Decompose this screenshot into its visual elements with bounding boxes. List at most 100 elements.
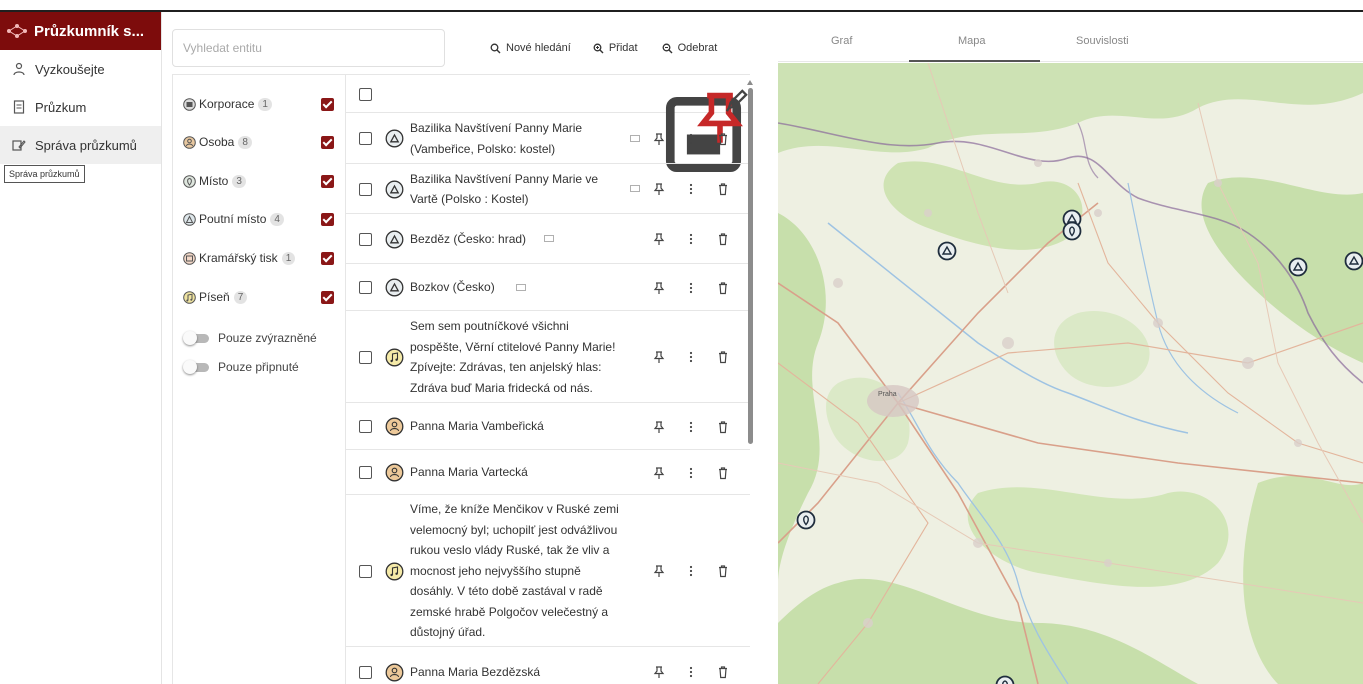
entity-label[interactable]: Víme, že kníže Menčikov v Ruské zemi vele… (410, 499, 642, 643)
tab-mapa[interactable]: Mapa (958, 35, 986, 47)
entity-label[interactable]: Panna Maria Vambeřická (410, 416, 642, 437)
more-vert-icon[interactable] (684, 564, 698, 578)
filter-korporace[interactable]: Korporace 1 (183, 93, 338, 115)
nav-item-vyzkousejte[interactable]: Vyzkoušejte (0, 50, 161, 88)
pin-icon[interactable] (652, 281, 666, 295)
app-brand[interactable]: Průzkumník s... (0, 12, 161, 50)
filter-checkbox[interactable] (321, 97, 334, 111)
map-marker-pilgrimage[interactable] (1288, 257, 1308, 277)
filter-osoba[interactable]: Osoba 8 (183, 131, 338, 153)
pin-icon[interactable] (652, 665, 666, 679)
delete-icon[interactable] (716, 232, 730, 246)
more-vert-icon[interactable] (684, 420, 698, 434)
entity-label[interactable]: Panna Maria Vartecká (410, 462, 642, 483)
pin-icon[interactable] (652, 132, 666, 146)
row-checkbox[interactable] (359, 420, 372, 433)
more-vert-icon[interactable] (684, 281, 698, 295)
filter-kramarsky-tisk[interactable]: Kramářský tisk 1 (183, 247, 338, 269)
row-checkbox[interactable] (359, 350, 372, 364)
row-checkbox[interactable] (359, 564, 372, 578)
map-marker-place[interactable] (1062, 221, 1082, 241)
select-all-checkbox[interactable] (359, 88, 372, 101)
search-input[interactable] (172, 29, 445, 67)
map-marker-pilgrimage[interactable] (1344, 251, 1363, 271)
entity-row[interactable]: Víme, že kníže Menčikov v Ruské zemi vele… (346, 495, 750, 647)
filter-pisen[interactable]: Píseň 7 (183, 286, 338, 308)
toggle-switch[interactable] (183, 360, 213, 374)
delete-icon[interactable] (716, 466, 730, 480)
entity-row[interactable]: Panna Maria Vartecká (346, 450, 750, 495)
delete-icon[interactable] (716, 665, 730, 679)
delete-icon[interactable] (716, 281, 730, 295)
pin-icon[interactable] (652, 232, 666, 246)
toggle-switch[interactable] (183, 331, 213, 345)
add-button[interactable]: Přidat (593, 42, 638, 54)
entity-row[interactable]: Panna Maria Vambeřická (346, 403, 750, 450)
row-checkbox[interactable] (359, 132, 372, 145)
row-checkbox[interactable] (359, 182, 372, 196)
more-vert-icon[interactable] (684, 665, 698, 679)
filter-checkbox[interactable] (321, 251, 334, 265)
entity-row[interactable]: Panna Maria Bezdězská (346, 647, 750, 684)
map-canvas[interactable]: Praha (778, 63, 1363, 684)
toggle-pinned-only[interactable]: Pouze připnuté (183, 360, 299, 374)
entity-row[interactable]: Sem sem poutníčkové všichni pospěšte, Věr… (346, 311, 750, 403)
toggle-highlighted-only[interactable]: Pouze zvýrazněné (183, 331, 317, 345)
nav-item-sprava-pruzkumu[interactable]: Správa průzkumů (0, 126, 161, 164)
nav-item-pruzkum[interactable]: Průzkum (0, 88, 161, 126)
person-icon (385, 463, 404, 482)
entity-label[interactable]: Bozkov (Česko) (410, 277, 642, 298)
entity-text-line: Bazilika Navštívení Panny Marie (410, 121, 583, 135)
map-marker-pilgrimage[interactable] (937, 241, 957, 261)
entity-label[interactable]: Bezděz (Česko: hrad) (410, 229, 642, 250)
filter-label: Korporace (199, 97, 255, 111)
delete-icon[interactable] (716, 420, 730, 434)
entity-row[interactable]: Bazilika Navštívení Panny Marie (Vambeřic… (346, 113, 750, 164)
more-vert-icon[interactable] (684, 182, 698, 196)
map-marker-place[interactable] (796, 510, 816, 530)
remove-button[interactable]: Odebrat (662, 42, 718, 54)
scroll-up-arrow[interactable] (747, 80, 753, 85)
more-vert-icon[interactable] (684, 132, 698, 146)
document-icon (13, 100, 25, 114)
row-checkbox[interactable] (359, 466, 372, 479)
filter-checkbox[interactable] (321, 135, 334, 149)
new-search-button[interactable]: Nové hledání (490, 42, 571, 54)
tab-souvislosti[interactable]: Souvislosti (1076, 35, 1129, 47)
entity-text-line: pospěšte, Věrní ctitelové Panny Marie! (410, 339, 616, 354)
filter-checkbox[interactable] (321, 174, 334, 188)
entity-row[interactable]: Bazilika Navštívení Panny Marie ve Vartě … (346, 164, 750, 214)
delete-icon[interactable] (716, 564, 730, 578)
entity-row[interactable]: Bozkov (Česko) (346, 264, 750, 311)
delete-icon[interactable] (716, 132, 730, 146)
entity-label[interactable]: Sem sem poutníčkové všichni pospěšte, Věr… (410, 316, 642, 398)
pin-icon[interactable] (652, 420, 666, 434)
remove-label: Odebrat (677, 42, 718, 54)
entity-label[interactable]: Panna Maria Bezdězská (410, 662, 642, 683)
entity-row[interactable]: Bezděz (Česko: hrad) (346, 214, 750, 264)
filter-misto[interactable]: Místo 3 (183, 170, 338, 192)
pin-icon[interactable] (652, 564, 666, 578)
pin-icon[interactable] (652, 350, 666, 364)
filter-checkbox[interactable] (321, 212, 334, 226)
row-checkbox[interactable] (359, 281, 372, 294)
pin-icon[interactable] (652, 466, 666, 480)
list-scrollbar[interactable] (748, 88, 753, 444)
tab-graf[interactable]: Graf (831, 35, 852, 47)
filter-poutni-misto[interactable]: Poutní místo 4 (183, 208, 338, 230)
pin-icon[interactable] (652, 182, 666, 196)
map-mini-icon (516, 283, 526, 291)
map-marker-place[interactable] (995, 675, 1015, 684)
delete-icon[interactable] (716, 350, 730, 364)
network-logo-icon (7, 24, 27, 38)
entity-label[interactable]: Bazilika Navštívení Panny Marie ve Vartě … (410, 169, 642, 210)
row-checkbox[interactable] (359, 232, 372, 246)
filter-checkbox[interactable] (321, 290, 334, 304)
row-checkbox[interactable] (359, 665, 372, 679)
more-vert-icon[interactable] (684, 350, 698, 364)
more-vert-icon[interactable] (684, 466, 698, 480)
entity-label[interactable]: Bazilika Navštívení Panny Marie (Vambeřic… (410, 118, 642, 159)
delete-icon[interactable] (716, 182, 730, 196)
highlight-pen-icon[interactable] (723, 87, 750, 114)
more-vert-icon[interactable] (684, 232, 698, 246)
